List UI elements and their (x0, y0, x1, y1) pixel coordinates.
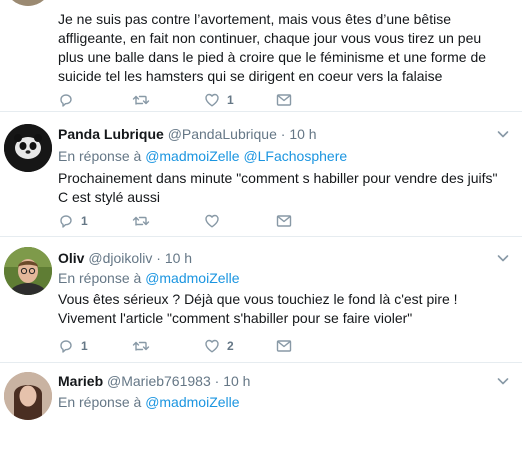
tweet-text-line: C est stylé aussi (58, 189, 160, 205)
username[interactable]: @PandaLubrique (168, 126, 277, 142)
timestamp[interactable]: 10 h (165, 250, 192, 266)
heart-icon (205, 214, 219, 228)
tweet-text: Prochainement dans minute "comment s hab… (58, 169, 508, 207)
reply-icon (60, 340, 72, 353)
display-name[interactable]: Oliv (58, 250, 84, 266)
display-name[interactable]: Marieb (58, 373, 103, 389)
tweet-header: Panda Lubrique @PandaLubrique · 10 h (58, 125, 317, 143)
message-button[interactable] (276, 211, 292, 231)
mention-link[interactable]: @LFachosphere (243, 148, 347, 164)
avatar[interactable] (4, 0, 52, 6)
tweet-actions: 1 (58, 90, 358, 110)
tweet-text: Vous êtes sérieux ? Déjà que vous touchi… (58, 291, 458, 326)
reply-count: 1 (81, 339, 88, 353)
reply-context: En réponse à @madmoiZelle @LFachosphere (58, 147, 347, 165)
timestamp[interactable]: 10 h (289, 126, 316, 142)
reply-button[interactable]: 1 (58, 336, 88, 356)
retweet-button[interactable] (132, 336, 157, 356)
like-button[interactable] (204, 211, 227, 231)
like-button[interactable]: 2 (204, 336, 234, 356)
envelope-icon (276, 340, 292, 352)
man-avatar-image (4, 247, 52, 295)
panda-avatar-image (4, 124, 52, 172)
like-count: 2 (227, 339, 234, 353)
username[interactable]: @djoikoliv (88, 250, 152, 266)
chevron-down-icon[interactable] (496, 127, 510, 141)
retweet-button[interactable] (132, 211, 157, 231)
retweet-icon (132, 341, 150, 351)
message-button[interactable] (276, 336, 292, 356)
separator: · (156, 250, 161, 266)
retweet-icon (132, 216, 150, 226)
retweet-button[interactable] (132, 90, 157, 110)
reply-context: En réponse à @madmoiZelle (58, 393, 240, 411)
reply-prefix: En réponse à (58, 394, 142, 410)
tweet-0[interactable]: Je ne suis pas contre l’avortement, mais… (0, 0, 522, 112)
message-button[interactable] (276, 90, 292, 110)
avatar[interactable] (4, 124, 52, 172)
heart-icon (205, 339, 219, 353)
avatar[interactable] (4, 247, 52, 295)
mention-link[interactable]: @madmoiZelle (145, 270, 239, 286)
tweet-actions: 1 2 (58, 336, 358, 356)
chevron-down-icon[interactable] (496, 251, 510, 265)
tweet-header: Marieb @Marieb761983 · 10 h (58, 372, 250, 390)
timestamp[interactable]: 10 h (223, 373, 250, 389)
envelope-icon (276, 215, 292, 227)
chevron-down-icon[interactable] (496, 374, 510, 388)
reply-button[interactable] (58, 90, 81, 110)
reply-icon (60, 94, 72, 107)
reply-icon (60, 215, 72, 228)
like-button[interactable]: 1 (204, 90, 234, 110)
mention-link[interactable]: @madmoiZelle (145, 148, 239, 164)
tweet-actions: 1 (58, 211, 358, 231)
separator: · (280, 126, 286, 142)
reply-context: En réponse à @madmoiZelle (58, 269, 240, 287)
tweet-2[interactable]: Oliv @djoikoliv · 10 h En réponse à @mad… (0, 237, 522, 363)
heart-icon (205, 93, 219, 107)
username[interactable]: @Marieb761983 (107, 373, 211, 389)
tweet-header: Oliv @djoikoliv · 10 h (58, 249, 192, 267)
reply-count: 1 (81, 214, 88, 228)
envelope-icon (276, 94, 292, 106)
reply-prefix: En réponse à (58, 270, 142, 286)
tweet-1[interactable]: Panda Lubrique @PandaLubrique · 10 h En … (0, 112, 522, 237)
display-name[interactable]: Panda Lubrique (58, 126, 164, 142)
tweet-text-line: Prochainement dans minute "comment s hab… (58, 170, 498, 186)
retweet-icon (132, 95, 150, 105)
separator: · (214, 373, 220, 389)
tweet-text: Je ne suis pas contre l’avortement, mais… (58, 11, 487, 84)
reply-prefix: En réponse à (58, 148, 142, 164)
avatar[interactable] (4, 372, 52, 420)
like-count: 1 (227, 93, 234, 107)
reply-button[interactable]: 1 (58, 211, 88, 231)
mention-link[interactable]: @madmoiZelle (145, 394, 239, 410)
tweet-3[interactable]: Marieb @Marieb761983 · 10 h En réponse à… (0, 363, 522, 463)
woman-avatar-image (4, 372, 52, 420)
